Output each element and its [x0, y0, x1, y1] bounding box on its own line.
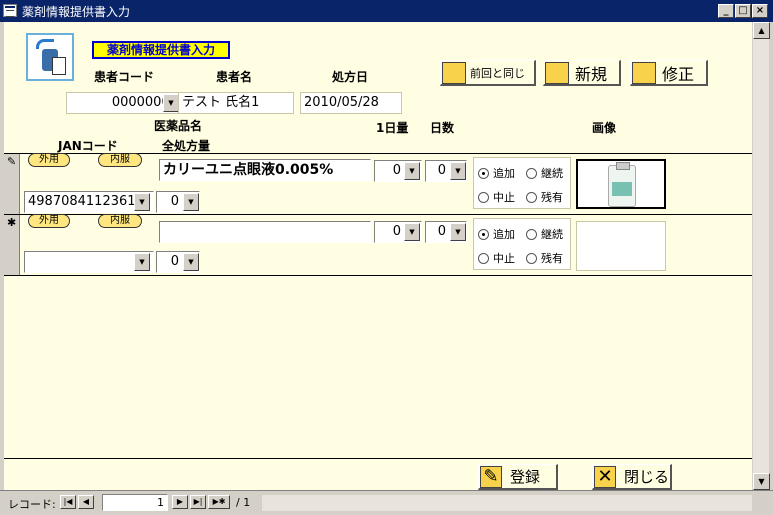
pencil-icon: ✎: [480, 465, 502, 488]
new-record-icon[interactable]: ▶✱: [208, 495, 230, 509]
days-dropdown-button-new[interactable]: ▼: [450, 223, 466, 241]
total-dosage-dropdown-button-new[interactable]: ▼: [183, 253, 199, 271]
record-number-field[interactable]: 1: [102, 494, 168, 511]
register-label: 登録: [510, 468, 541, 486]
radio-continue-dot: [526, 167, 537, 179]
eye-drop-bottle-icon: [608, 162, 636, 207]
radio-stop-new[interactable]: 中止: [478, 250, 515, 266]
radio-stop[interactable]: 中止: [478, 189, 515, 205]
radio-remain-new-label: 残有: [541, 252, 563, 265]
window-title: 薬剤情報提供書入力: [22, 5, 131, 19]
radio-add-label: 追加: [493, 167, 515, 180]
form-title-label: 薬剤情報提供書入力: [92, 41, 230, 59]
drug-name-header: 医薬品名: [154, 119, 203, 133]
same-as-last-button[interactable]: 前回と同じ: [440, 60, 536, 86]
jan-code-dropdown-button[interactable]: ▼: [134, 193, 150, 211]
first-record-icon[interactable]: |◀: [60, 495, 76, 509]
radio-remain-dot: [526, 191, 537, 203]
prescription-date-field[interactable]: 2010/05/28: [300, 92, 402, 114]
vertical-scrollbar[interactable]: ▲ ▼: [752, 22, 770, 490]
scroll-up-arrow-icon[interactable]: ▲: [753, 22, 770, 39]
same-as-last-label: 前回と同じ: [470, 66, 525, 80]
external-use-button-new[interactable]: 外用: [28, 214, 70, 228]
patient-code-label: 患者コード: [94, 70, 155, 84]
radio-continue-new-dot: [526, 228, 537, 240]
internal-use-button[interactable]: 内服: [98, 153, 142, 167]
drug-name-field[interactable]: カリーユニ点眼液0.005%: [159, 159, 371, 181]
record-label: レコード:: [8, 498, 56, 511]
prescription-date-label: 処方日: [332, 70, 369, 84]
radio-stop-dot: [478, 191, 489, 203]
close-label: 閉じる: [624, 468, 670, 486]
daily-dose-dropdown-button[interactable]: ▼: [404, 162, 420, 180]
row-selector-new[interactable]: ✱: [4, 215, 20, 275]
drug-name-field-new[interactable]: [159, 221, 371, 243]
copy-previous-icon: [442, 61, 466, 84]
close-window-button[interactable]: ×: [752, 4, 768, 18]
footer-separator: [4, 458, 752, 459]
daily-dose-dropdown-button-new[interactable]: ▼: [404, 223, 420, 241]
patient-name-label: 患者名: [216, 70, 253, 84]
patient-code-dropdown-button[interactable]: ▼: [163, 94, 179, 112]
radio-add-new[interactable]: 追加: [478, 226, 515, 242]
radio-add[interactable]: 追加: [478, 165, 515, 181]
radio-continue-new-label: 継続: [541, 228, 563, 241]
internal-use-button-new[interactable]: 内服: [98, 214, 142, 228]
app-window: 薬剤情報提供書入力 _ □ × 薬剤情報提供書入力 患者コード 患者名 処方日 …: [0, 0, 773, 515]
status-radio-group: 追加 継続 中止 残有: [473, 157, 571, 209]
radio-remain[interactable]: 残有: [526, 189, 563, 205]
radio-remain-new-dot: [526, 252, 537, 264]
jan-code-header: JANコード: [58, 139, 118, 153]
new-label: 新規: [575, 64, 608, 84]
new-document-icon: [545, 61, 569, 84]
last-record-icon[interactable]: ▶|: [190, 495, 206, 509]
jan-code-dropdown-button-new[interactable]: ▼: [134, 253, 150, 271]
radio-remain-label: 残有: [541, 191, 563, 204]
radio-add-new-label: 追加: [493, 228, 515, 241]
drug-image[interactable]: [576, 159, 666, 209]
row-selector-current[interactable]: ✎: [4, 154, 20, 214]
close-x-icon: ✕: [594, 465, 616, 488]
next-record-icon[interactable]: ▶: [172, 495, 188, 509]
close-button[interactable]: ✕ 閉じる: [592, 464, 672, 490]
register-button[interactable]: ✎ 登録: [478, 464, 558, 490]
daily-dose-header: 1日量: [376, 121, 409, 135]
record-navigation-bar: レコード: |◀ ◀ 1 ▶ ▶| ▶✱ / 1: [0, 490, 773, 515]
horizontal-scrollbar[interactable]: [262, 495, 752, 511]
total-dosage-dropdown-button[interactable]: ▼: [183, 193, 199, 211]
new-record-asterisk-icon: ✱: [7, 216, 17, 229]
radio-continue[interactable]: 継続: [526, 165, 563, 181]
previous-record-icon[interactable]: ◀: [78, 495, 94, 509]
days-header: 日数: [430, 121, 455, 135]
row-edit-pencil-icon: ✎: [7, 155, 17, 168]
image-header: 画像: [592, 121, 617, 135]
row-separator-2: [4, 275, 752, 276]
radio-remain-new[interactable]: 残有: [526, 250, 563, 266]
radio-continue-new[interactable]: 継続: [526, 226, 563, 242]
total-dosage-header: 全処方量: [162, 139, 211, 153]
drug-image-new[interactable]: [576, 221, 666, 271]
radio-add-new-dot: [478, 228, 489, 240]
radio-stop-label: 中止: [493, 191, 515, 204]
scroll-down-arrow-icon[interactable]: ▼: [753, 473, 770, 490]
drug-info-logo-icon: [26, 33, 74, 81]
edit-pencil-icon: [632, 61, 656, 84]
form-body: 薬剤情報提供書入力 患者コード 患者名 処方日 前回と同じ 新規 修正 0000…: [4, 22, 752, 490]
status-radio-group-new: 追加 継続 中止 残有: [473, 218, 571, 270]
radio-stop-new-label: 中止: [493, 252, 515, 265]
record-total: / 1: [236, 496, 251, 509]
radio-add-dot: [478, 167, 489, 179]
new-button[interactable]: 新規: [543, 60, 621, 86]
days-dropdown-button[interactable]: ▼: [450, 162, 466, 180]
minimize-button[interactable]: _: [718, 4, 734, 18]
external-use-button[interactable]: 外用: [28, 153, 70, 167]
title-bar[interactable]: 薬剤情報提供書入力 _ □ ×: [0, 0, 773, 22]
maximize-button[interactable]: □: [735, 4, 751, 18]
radio-stop-new-dot: [478, 252, 489, 264]
edit-label: 修正: [662, 64, 695, 84]
edit-button[interactable]: 修正: [630, 60, 708, 86]
patient-name-field[interactable]: テスト 氏名1: [178, 92, 294, 114]
form-icon[interactable]: [3, 4, 17, 17]
radio-continue-label: 継続: [541, 167, 563, 180]
